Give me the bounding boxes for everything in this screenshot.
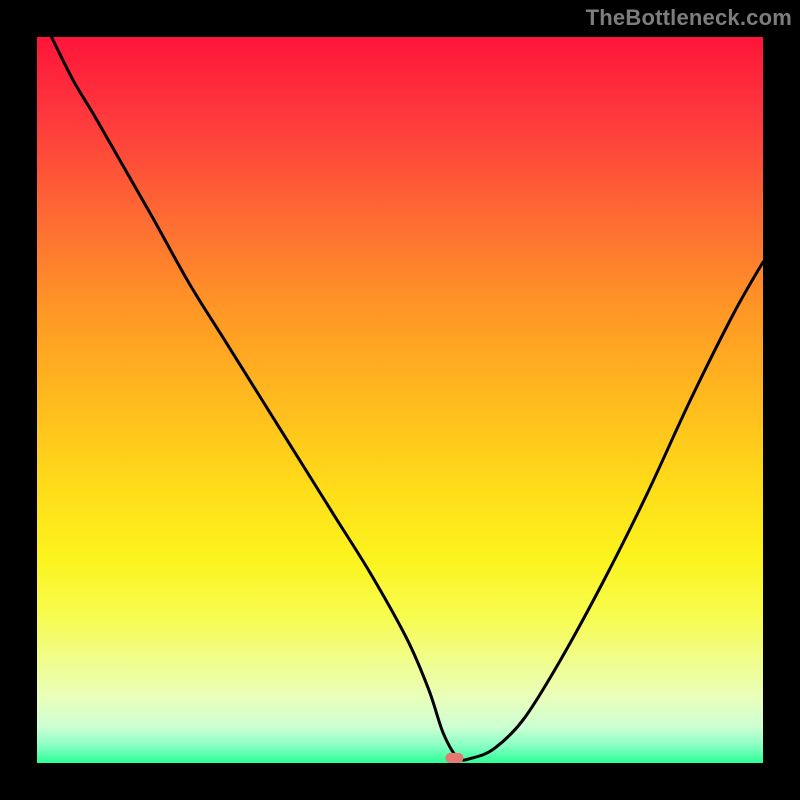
watermark-text: TheBottleneck.com (586, 5, 792, 31)
chart-frame: TheBottleneck.com (0, 0, 800, 800)
plot-gradient-area (37, 37, 763, 763)
